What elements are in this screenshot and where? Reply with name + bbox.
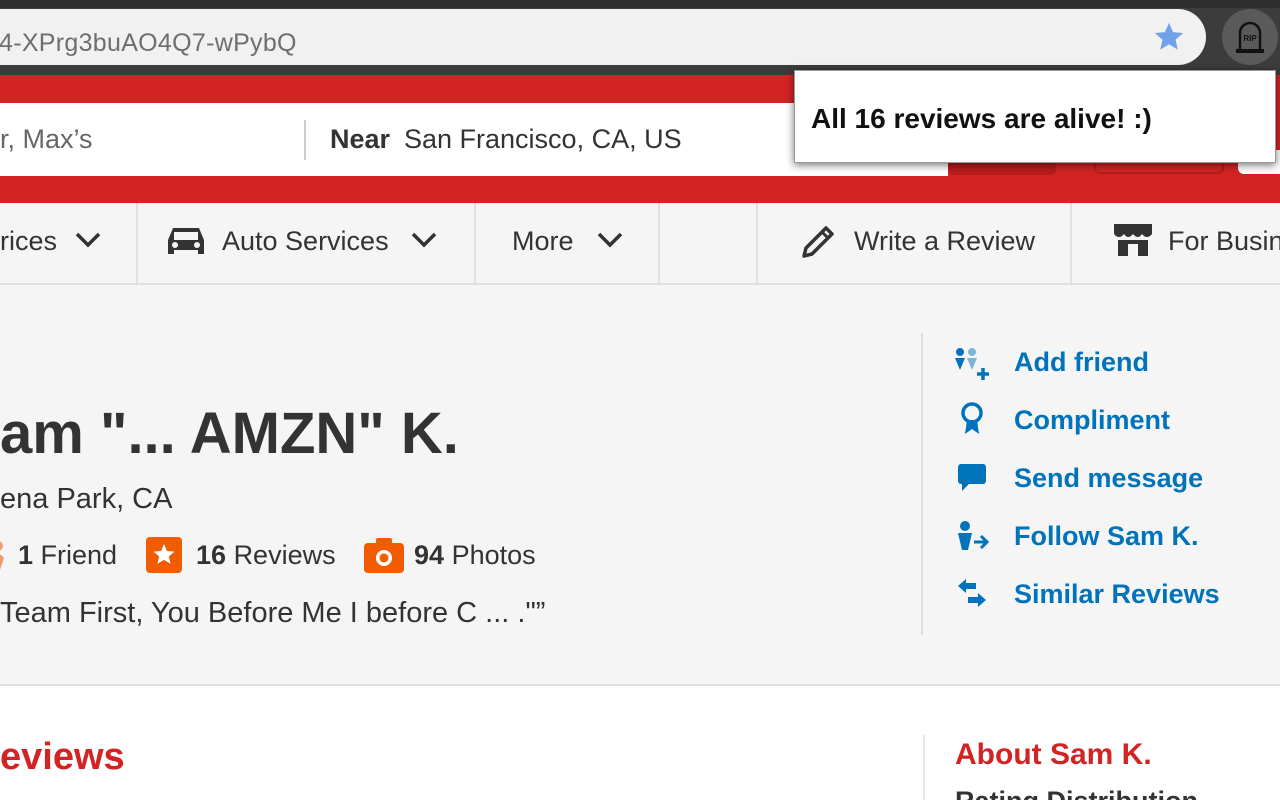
speech-bubble-icon[interactable] bbox=[956, 462, 988, 492]
photo-count[interactable]: 94 Photos bbox=[414, 540, 536, 571]
user-location: ena Park, CA bbox=[0, 483, 173, 515]
storefront-icon bbox=[1114, 224, 1152, 256]
popup-message: All 16 reviews are alive! :) bbox=[811, 103, 1152, 134]
browser-tab-strip bbox=[0, 0, 1280, 8]
nav-divider bbox=[136, 203, 138, 283]
url-text[interactable]: QI4-XPrg3buAO4Q7-wPybQ bbox=[0, 29, 297, 58]
extension-popup: All 16 reviews are alive! :) bbox=[794, 70, 1276, 163]
nav-item-write-review[interactable]: Write a Review bbox=[854, 226, 1035, 257]
pencil-icon bbox=[802, 226, 834, 258]
nav-item-more[interactable]: More bbox=[512, 226, 574, 257]
review-count[interactable]: 16 Reviews bbox=[196, 540, 336, 571]
profile-actions-divider bbox=[921, 333, 923, 635]
address-bar[interactable]: QI4-XPrg3buAO4Q7-wPybQ bbox=[0, 9, 1206, 65]
rip-tombstone-icon: RIP bbox=[1236, 21, 1264, 53]
follow-user-link[interactable]: Follow Sam K. bbox=[1014, 521, 1199, 552]
near-input[interactable]: San Francisco, CA, US bbox=[404, 124, 682, 155]
find-input[interactable]: r, Max’s bbox=[0, 124, 93, 155]
user-name: am "... AMZN" K. bbox=[0, 401, 459, 466]
nav-divider bbox=[658, 203, 660, 283]
similar-reviews-link[interactable]: Similar Reviews bbox=[1014, 579, 1220, 610]
extension-button[interactable]: RIP bbox=[1222, 9, 1278, 65]
chevron-down-icon[interactable] bbox=[74, 230, 102, 250]
nav-divider bbox=[1070, 203, 1072, 283]
chevron-down-icon[interactable] bbox=[596, 230, 624, 250]
near-label: Near bbox=[330, 124, 391, 154]
rating-distribution-heading: Rating Distribution bbox=[955, 786, 1198, 800]
chevron-down-icon[interactable] bbox=[410, 230, 438, 250]
nav-divider bbox=[474, 203, 476, 283]
friend-icon bbox=[0, 541, 4, 570]
sidebar-divider bbox=[923, 735, 925, 800]
follow-user-icon[interactable] bbox=[956, 520, 990, 552]
nav-divider bbox=[756, 203, 758, 283]
nav-item-for-business[interactable]: For Busin bbox=[1168, 226, 1280, 257]
profile-divider bbox=[0, 684, 1280, 686]
add-friend-link[interactable]: Add friend bbox=[1014, 347, 1149, 378]
nav-item-auto-services[interactable]: Auto Services bbox=[222, 226, 389, 257]
user-tagline: Team First, You Before Me I before C ...… bbox=[0, 597, 546, 629]
browser-toolbar: QI4-XPrg3buAO4Q7-wPybQ RIP bbox=[0, 0, 1280, 75]
reviews-heading: eviews bbox=[0, 736, 125, 778]
compliment-link[interactable]: Compliment bbox=[1014, 405, 1170, 436]
award-ribbon-icon[interactable] bbox=[958, 402, 986, 436]
nav-item-services-label[interactable]: rices bbox=[0, 226, 57, 257]
swap-arrows-icon[interactable] bbox=[956, 578, 988, 610]
car-icon bbox=[168, 228, 204, 254]
camera-icon bbox=[364, 538, 404, 573]
send-message-link[interactable]: Send message bbox=[1014, 463, 1203, 494]
add-friend-icon[interactable] bbox=[954, 346, 992, 380]
star-icon[interactable] bbox=[1152, 20, 1186, 54]
about-heading: About Sam K. bbox=[955, 738, 1152, 771]
friend-count: 1 Friend bbox=[18, 540, 118, 570]
svg-text:RIP: RIP bbox=[1243, 34, 1257, 43]
review-star-icon bbox=[146, 537, 182, 573]
search-divider bbox=[304, 120, 306, 160]
